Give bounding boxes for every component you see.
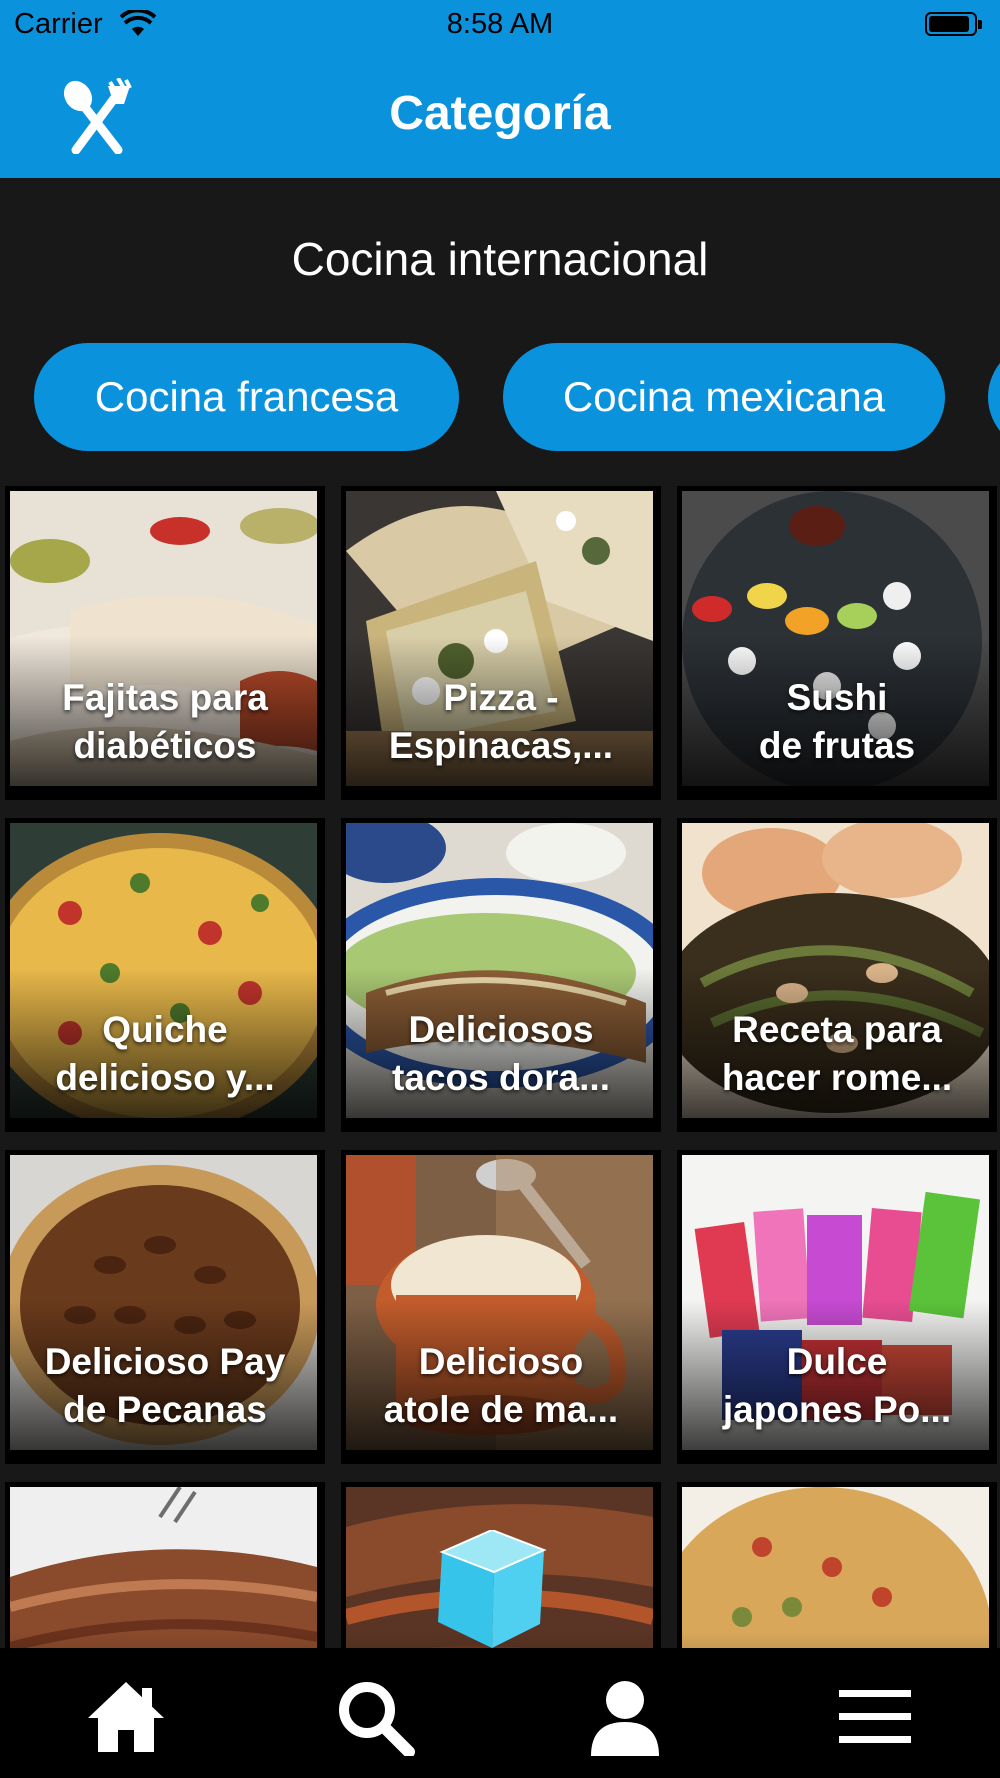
search-icon[interactable]: [335, 1678, 415, 1756]
recipe-title: Pizza - Espinacas,...: [388, 677, 614, 766]
chip-label: Cocina mexicana: [562, 373, 886, 420]
category-chips: Cocina francesa Cocina mexicana: [0, 343, 1000, 451]
chip-label: Cocina francesa: [94, 373, 399, 420]
recipe-title: Fajitas para diabéticos: [62, 677, 268, 766]
recipe-photo: [10, 1487, 317, 1648]
recipe-card[interactable]: Fajitas para diabéticos: [5, 486, 325, 800]
recipe-photo: [682, 1487, 989, 1648]
recipe-card[interactable]: Receta para hacer rome...: [677, 818, 997, 1132]
nav-bar: Categoría: [0, 50, 1000, 178]
status-bar: Carrier 8:58 AM: [0, 0, 1000, 50]
recipe-title: Quiche delicioso y...: [55, 1009, 275, 1098]
home-icon[interactable]: [86, 1678, 166, 1756]
cube-icon[interactable]: [432, 1530, 552, 1648]
recipe-title: Dulce japones Po...: [722, 1341, 952, 1430]
profile-icon[interactable]: [585, 1678, 665, 1756]
recipe-title: Delicioso Pay de Pecanas: [44, 1341, 286, 1430]
section-title: Cocina internacional: [291, 233, 709, 285]
chip-partial[interactable]: [988, 343, 1000, 451]
recipe-card[interactable]: Delicioso Pay de Pecanas: [5, 1150, 325, 1464]
menu-icon[interactable]: [835, 1678, 915, 1756]
recipe-card[interactable]: Deliciosos tacos dora...: [341, 818, 661, 1132]
recipe-title: Deliciosos tacos dora...: [392, 1009, 610, 1098]
clock: 8:58 AM: [446, 8, 554, 40]
recipe-title: Receta para hacer rome...: [721, 1009, 953, 1098]
chip-cocina-mexicana[interactable]: Cocina mexicana: [503, 343, 945, 451]
recipe-card[interactable]: Dulce japones Po...: [677, 1150, 997, 1464]
tab-bar: [0, 1648, 1000, 1778]
recipe-title: Delicioso atole de ma...: [383, 1341, 619, 1430]
recipe-card[interactable]: [5, 1482, 325, 1648]
page-title: Categoría: [389, 87, 611, 140]
recipe-card[interactable]: Delicioso atole de ma...: [341, 1150, 661, 1464]
recipe-grid: Fajitas para diabéticos Pizza - Espinaca…: [0, 486, 1000, 1648]
recipe-card[interactable]: Sushi de frutas: [677, 486, 997, 800]
recipe-title: Sushi de frutas: [758, 677, 916, 766]
recipe-card[interactable]: Pizza - Espinacas,...: [341, 486, 661, 800]
battery-icon: [925, 12, 983, 38]
recipe-card[interactable]: [677, 1482, 997, 1648]
recipe-card[interactable]: Quiche delicioso y...: [5, 818, 325, 1132]
chip-cocina-francesa[interactable]: Cocina francesa: [34, 343, 459, 451]
